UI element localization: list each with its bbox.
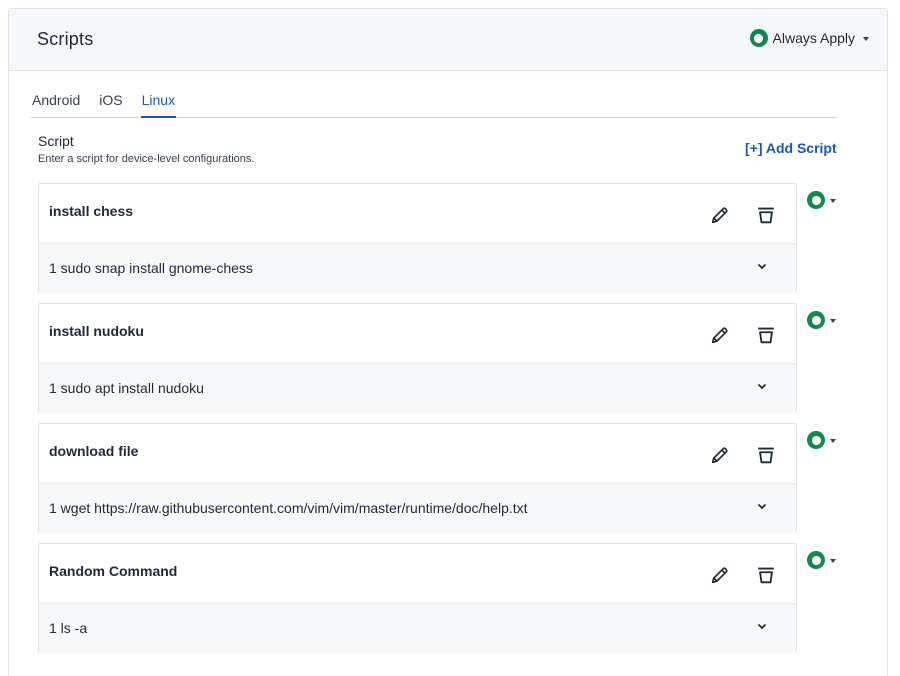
pencil-icon[interactable] xyxy=(709,444,731,466)
chevron-down-icon[interactable] xyxy=(755,259,769,273)
script-card-body: 1 wget https://raw.githubusercontent.com… xyxy=(39,484,796,533)
script-card-header: install nudoku xyxy=(39,304,796,364)
section-title: Script xyxy=(38,133,74,149)
script-command: 1 sudo snap install gnome-chess xyxy=(49,260,253,276)
script-command: 1 wget https://raw.githubusercontent.com… xyxy=(49,500,528,516)
add-script-link[interactable]: [+] Add Script xyxy=(745,140,837,156)
status-ring-icon xyxy=(807,311,825,329)
script-card-header: install chess xyxy=(39,184,796,244)
script-command: 1 sudo apt install nudoku xyxy=(49,380,204,396)
script-card: install chess 1 sudo snap install gnome-… xyxy=(38,183,797,293)
script-name: install nudoku xyxy=(49,323,144,339)
scripts-panel: Scripts Always Apply Android iOS Linux S… xyxy=(8,8,888,676)
script-card: Random Command 1 ls -a xyxy=(38,543,797,653)
trash-icon[interactable] xyxy=(755,564,777,586)
pencil-icon[interactable] xyxy=(709,204,731,226)
tab-ios[interactable]: iOS xyxy=(98,91,123,118)
chevron-down-icon[interactable] xyxy=(755,379,769,393)
script-card: install nudoku 1 sudo apt install nudoku xyxy=(38,303,797,413)
chevron-down-icon[interactable] xyxy=(755,499,769,513)
script-status-toggle[interactable] xyxy=(807,311,836,329)
script-status-toggle[interactable] xyxy=(807,431,836,449)
script-name: download file xyxy=(49,443,139,459)
chevron-down-icon[interactable] xyxy=(755,619,769,633)
script-card: download file 1 wget https://raw.githubu… xyxy=(38,423,797,533)
caret-down-icon xyxy=(830,558,836,563)
caret-down-icon xyxy=(830,438,836,443)
script-status-toggle[interactable] xyxy=(807,551,836,569)
script-card-body: 1 sudo apt install nudoku xyxy=(39,364,796,413)
caret-down-icon xyxy=(830,318,836,323)
caret-down-icon xyxy=(863,36,869,41)
status-ring-icon xyxy=(807,191,825,209)
pencil-icon[interactable] xyxy=(709,564,731,586)
caret-down-icon xyxy=(830,198,836,203)
script-card-header: Random Command xyxy=(39,544,796,604)
trash-icon[interactable] xyxy=(755,324,777,346)
page-title: Scripts xyxy=(37,29,94,49)
tab-android[interactable]: Android xyxy=(31,91,81,118)
script-card-body: 1 ls -a xyxy=(39,604,796,653)
script-name: install chess xyxy=(49,203,134,219)
script-card-body: 1 sudo snap install gnome-chess xyxy=(39,244,796,293)
status-ring-icon xyxy=(807,431,825,449)
status-ring-icon xyxy=(807,551,825,569)
pencil-icon[interactable] xyxy=(709,324,731,346)
trash-icon[interactable] xyxy=(755,444,777,466)
status-ring-icon xyxy=(749,29,768,47)
panel-header: Scripts Always Apply xyxy=(9,9,887,71)
apply-mode-dropdown[interactable]: Always Apply xyxy=(749,29,869,47)
platform-tabs: Android iOS Linux xyxy=(31,91,837,118)
tab-linux[interactable]: Linux xyxy=(140,91,177,118)
section-subtitle: Enter a script for device-level configur… xyxy=(38,153,255,165)
script-card-header: download file xyxy=(39,424,796,484)
script-name: Random Command xyxy=(49,563,178,579)
trash-icon[interactable] xyxy=(755,204,777,226)
script-command: 1 ls -a xyxy=(49,620,88,636)
script-status-toggle[interactable] xyxy=(807,191,836,209)
apply-mode-label: Always Apply xyxy=(772,30,855,46)
